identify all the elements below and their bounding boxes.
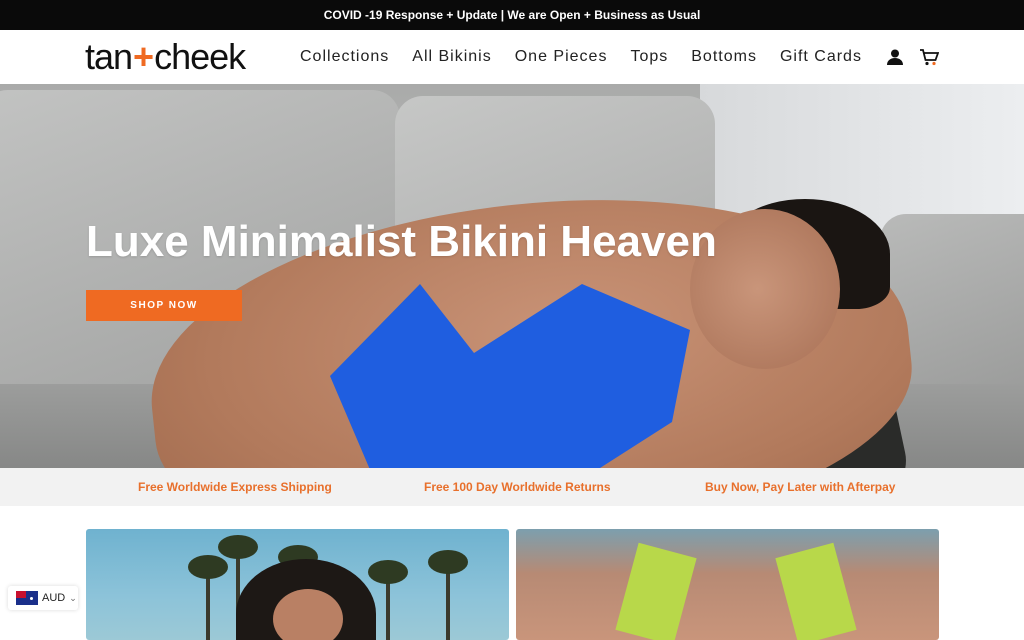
nav-item-all-bikinis[interactable]: All Bikinis	[412, 48, 491, 66]
collection-tile-bikini[interactable]	[516, 529, 939, 640]
palm-tree	[368, 560, 408, 640]
user-icon[interactable]	[884, 46, 906, 68]
chevron-down-icon: ⌄	[69, 592, 77, 603]
tile-model-face	[273, 589, 343, 640]
nav-item-tops[interactable]: Tops	[630, 48, 668, 66]
logo-word-tan: tan	[85, 36, 133, 77]
nav-item-bottoms[interactable]: Bottoms	[691, 48, 757, 66]
currency-code: AUD	[42, 592, 66, 604]
header-icons	[884, 46, 952, 68]
hero-banner[interactable]	[0, 84, 1024, 468]
palm-tree	[428, 550, 468, 640]
usp-shipping[interactable]: Free Worldwide Express Shipping	[138, 480, 332, 494]
usp-afterpay[interactable]: Buy Now, Pay Later with Afterpay	[705, 480, 895, 494]
logo-plus: +	[133, 36, 154, 77]
hero-title: Luxe Minimalist Bikini Heaven	[86, 217, 717, 266]
collection-tile-beach[interactable]	[86, 529, 509, 640]
tile-bikini-top-right	[775, 542, 857, 640]
announcement-text[interactable]: COVID -19 Response + Update | We are Ope…	[324, 8, 701, 22]
cart-icon[interactable]	[918, 46, 940, 68]
australia-flag-icon	[16, 591, 38, 605]
logo-word-cheek: cheek	[154, 36, 246, 77]
shop-now-button[interactable]: SHOP NOW	[86, 290, 242, 321]
usp-returns[interactable]: Free 100 Day Worldwide Returns	[424, 480, 611, 494]
palm-tree	[188, 555, 228, 640]
currency-selector[interactable]: AUD ⌄	[8, 586, 78, 610]
nav-item-gift-cards[interactable]: Gift Cards	[780, 48, 862, 66]
nav-item-collections[interactable]: Collections	[300, 48, 389, 66]
announcement-bar: COVID -19 Response + Update | We are Ope…	[0, 0, 1024, 30]
main-nav: Collections All Bikinis One Pieces Tops …	[300, 30, 885, 84]
site-header: tan + cheek Collections All Bikinis One Pi…	[0, 30, 1024, 84]
usp-bar: Free Worldwide Express Shipping Free 100…	[0, 468, 1024, 506]
tile-bikini-top-left	[615, 542, 697, 640]
brand-logo[interactable]: tan + cheek	[85, 36, 246, 77]
nav-item-one-pieces[interactable]: One Pieces	[515, 48, 608, 66]
